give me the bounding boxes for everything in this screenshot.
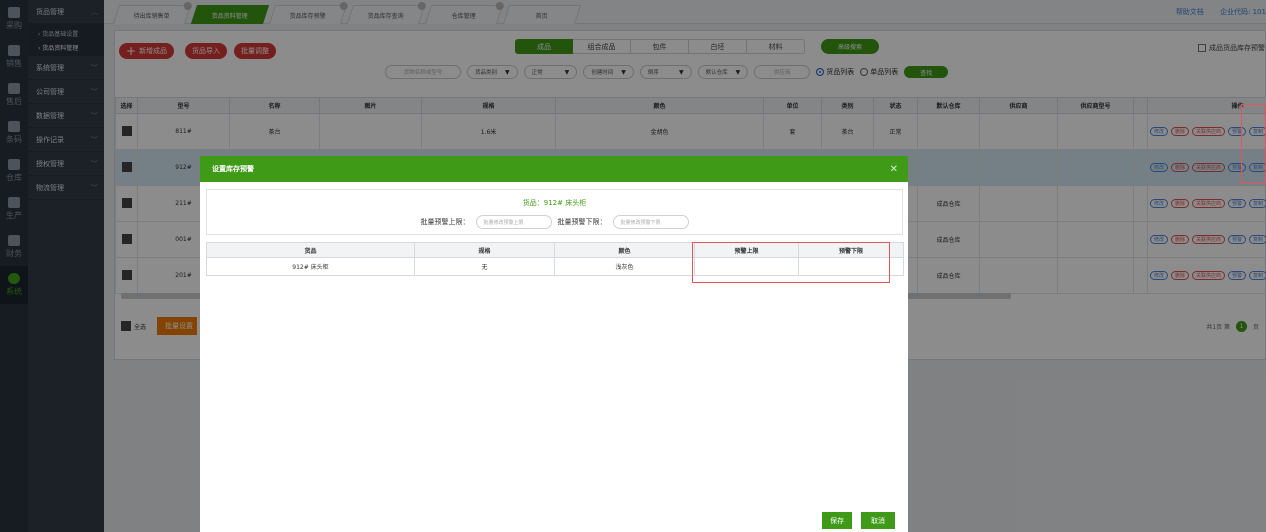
batch-panel: 货品：912# 床头柜 批量预警上限： 批量修改预警上限 批量预警下限： 批量修… xyxy=(206,189,903,235)
goods-label: 货品：912# 床头柜 xyxy=(522,199,587,207)
batch-lower-input[interactable]: 批量修改预警下限 xyxy=(612,215,689,229)
save-button[interactable]: 保存 xyxy=(822,512,852,529)
batch-upper-input[interactable]: 批量修改预警上限 xyxy=(475,215,552,229)
stock-alert-dialog: 设置库存预警 ✕ 货品：912# 床头柜 批量预警上限： 批量修改预警上限 批量… xyxy=(200,156,908,532)
cell-color: 浅灰色 xyxy=(554,257,695,276)
cell-goods: 912# 床头柜 xyxy=(206,257,415,276)
col-color: 颜色 xyxy=(554,242,695,258)
lower-limit-label: 批量预警下限： xyxy=(557,218,607,226)
upper-limit-label: 批量预警上限： xyxy=(420,218,470,226)
highlight-box xyxy=(1241,104,1266,184)
batch-row: 批量预警上限： 批量修改预警上限 批量预警下限： 批量修改预警下限 xyxy=(207,215,902,229)
highlight-box xyxy=(692,242,890,283)
col-goods: 货品 xyxy=(206,242,415,258)
app-root: 采购 销售 售后 条码 仓库 生产 财务 系统 货品管理 ︿ › 货品基础设置 › 货品资料管… xyxy=(0,0,1266,532)
cancel-button[interactable]: 取消 xyxy=(861,512,895,529)
dialog-title: 设置库存预警 xyxy=(212,165,254,173)
cell-spec: 无 xyxy=(414,257,555,276)
col-spec: 规格 xyxy=(414,242,555,258)
close-icon[interactable]: ✕ xyxy=(890,164,898,175)
dialog-header: 设置库存预警 ✕ xyxy=(200,156,908,182)
